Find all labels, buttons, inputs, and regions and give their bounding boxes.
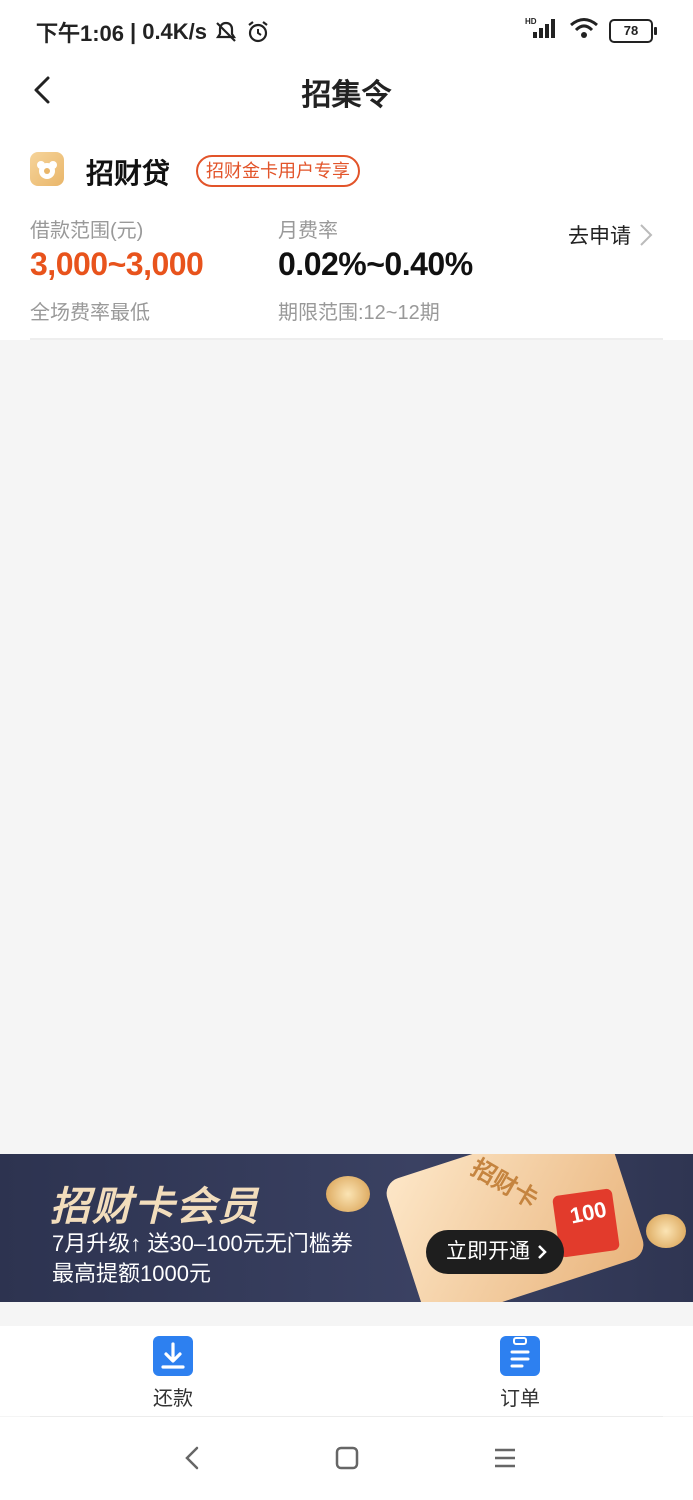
status-right: HD 78 <box>525 16 657 45</box>
nav-item-orders[interactable]: 订单 <box>460 1336 580 1411</box>
back-triangle-icon <box>185 1446 199 1470</box>
coin-icon <box>326 1176 370 1212</box>
status-separator: | <box>130 19 137 44</box>
apply-button[interactable]: 去申请 <box>568 220 653 250</box>
loan-range-value: 3,000~3,000 <box>30 246 204 282</box>
system-back-button[interactable] <box>178 1443 208 1473</box>
loan-range-label: 借款范围(元) <box>30 220 144 242</box>
banner-promo-line-2: 最高提额1000元 <box>52 1261 211 1286</box>
product-name: 招财贷 <box>86 158 171 189</box>
wifi-icon <box>569 16 599 45</box>
system-menu-button[interactable] <box>490 1443 520 1473</box>
signal-icon: HD <box>525 16 559 45</box>
battery-icon: 78 <box>609 18 657 43</box>
coin-icon <box>646 1214 686 1248</box>
card-divider <box>30 338 663 340</box>
nav-label-repay: 还款 <box>153 1388 193 1410</box>
system-nav-bar <box>0 1417 693 1500</box>
cta-label: 立即开通 <box>446 1240 530 1263</box>
status-left: 下午1:06 | 0.4K/s <box>36 16 271 48</box>
status-time: 下午1:06 <box>36 21 125 46</box>
alarm-icon <box>245 19 271 45</box>
product-tag: 招财金卡用户专享 <box>196 155 360 187</box>
monthly-rate-value: 0.02%~0.40% <box>278 246 473 282</box>
menu-lines-icon <box>495 1448 515 1468</box>
chevron-right-icon <box>640 224 653 246</box>
home-square-icon <box>335 1446 359 1470</box>
page-title: 招集令 <box>301 79 392 112</box>
term-range-note: 期限范围:12~12期 <box>278 302 440 324</box>
bottom-nav: 还款 订单 <box>0 1326 693 1416</box>
product-logo-icon <box>30 152 64 186</box>
network-speed: 0.4K/s <box>142 19 208 44</box>
nav-item-repay[interactable]: 还款 <box>113 1336 233 1411</box>
status-bar: 下午1:06 | 0.4K/s HD 78 <box>0 0 693 60</box>
monthly-rate-label: 月费率 <box>278 220 338 242</box>
chevron-right-icon <box>538 1245 547 1259</box>
svg-text:HD: HD <box>525 17 537 26</box>
download-icon <box>153 1336 193 1376</box>
open-membership-button[interactable]: 立即开通 <box>426 1230 564 1274</box>
clipboard-icon <box>500 1336 540 1376</box>
product-card[interactable]: 招财贷 招财金卡用户专享 借款范围(元) 3,000~3,000 全场费率最低 … <box>0 122 693 340</box>
page-header: 招集令 <box>0 60 693 122</box>
apply-label: 去申请 <box>568 225 631 248</box>
nav-label-orders: 订单 <box>500 1388 540 1410</box>
mute-bell-icon <box>213 19 239 45</box>
banner-title: 招财卡会员 <box>50 1185 260 1229</box>
membership-banner[interactable]: 招财卡 100 招财卡会员 7月升级↑ 送30–100元无门槛券 最高提额100… <box>0 1154 693 1302</box>
banner-promo-line: 7月升级↑ 送30–100元无门槛券 <box>52 1231 353 1256</box>
system-home-button[interactable] <box>332 1443 362 1473</box>
loan-range-note: 全场费率最低 <box>30 302 150 324</box>
